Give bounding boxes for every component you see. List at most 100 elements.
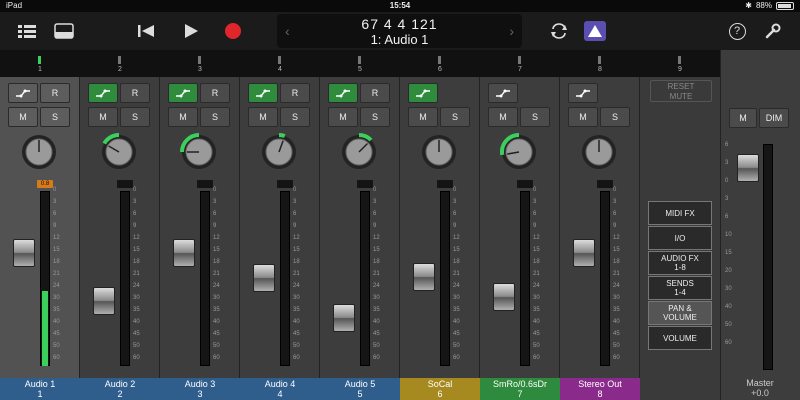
read-mode-button[interactable]: R	[40, 83, 70, 103]
channel-number: 4	[277, 389, 283, 399]
solo-button[interactable]: S	[440, 107, 470, 127]
solo-button[interactable]: S	[360, 107, 390, 127]
solo-button[interactable]: S	[40, 107, 70, 127]
volume-fader-handle[interactable]	[333, 303, 355, 332]
pan-knob[interactable]	[419, 132, 459, 172]
mute-button[interactable]: M	[168, 107, 198, 127]
peak-indicator[interactable]	[117, 180, 133, 188]
track-marker[interactable]	[598, 56, 601, 64]
automation-button[interactable]	[168, 83, 198, 103]
peak-indicator[interactable]	[517, 180, 533, 188]
tuner-button[interactable]	[584, 20, 606, 42]
automation-button[interactable]	[488, 83, 518, 103]
channel-name-bar[interactable]: Audio 55	[320, 378, 400, 400]
mute-button[interactable]: M	[88, 107, 118, 127]
solo-button[interactable]: S	[520, 107, 550, 127]
automation-button[interactable]	[8, 83, 38, 103]
cycle-icon[interactable]	[548, 20, 570, 42]
track-marker[interactable]	[678, 56, 681, 64]
db-scale-label: 18	[133, 259, 140, 265]
pan-knob[interactable]	[499, 132, 539, 172]
pan-knob[interactable]	[99, 132, 139, 172]
volume-fader-handle[interactable]	[253, 264, 275, 293]
peak-indicator[interactable]	[437, 180, 453, 188]
read-mode-button[interactable]: R	[120, 83, 150, 103]
pan-knob[interactable]	[339, 132, 379, 172]
mute-button[interactable]: M	[248, 107, 278, 127]
reset-mute-button[interactable]: RESET MUTE	[650, 80, 712, 102]
automation-button[interactable]	[568, 83, 598, 103]
chevron-left-icon[interactable]: ‹	[285, 23, 290, 39]
read-mode-button[interactable]: R	[280, 83, 310, 103]
view-button[interactable]: SENDS 1-4	[648, 276, 712, 300]
view-button[interactable]: PAN & VOLUME	[648, 301, 712, 325]
track-marker[interactable]	[118, 56, 121, 64]
automation-button[interactable]	[328, 83, 358, 103]
automation-button[interactable]	[88, 83, 118, 103]
read-mode-button[interactable]: R	[360, 83, 390, 103]
db-scale-label: 40	[53, 319, 60, 325]
track-marker[interactable]	[38, 56, 41, 64]
chevron-right-icon[interactable]: ›	[509, 23, 514, 39]
peak-indicator[interactable]: 0.8	[37, 180, 53, 188]
peak-indicator[interactable]	[197, 180, 213, 188]
db-scale-label: 60	[613, 355, 620, 361]
automation-button[interactable]	[248, 83, 278, 103]
mute-button[interactable]: M	[408, 107, 438, 127]
pan-knob[interactable]	[19, 132, 59, 172]
db-scale-label: 30	[133, 295, 140, 301]
rewind-icon[interactable]	[135, 20, 157, 42]
view-switcher-icon[interactable]	[16, 20, 38, 42]
battery-status: ✱ 88%	[745, 1, 794, 10]
volume-fader-handle[interactable]	[573, 238, 595, 267]
track-marker[interactable]	[278, 56, 281, 64]
db-scale-label: 18	[293, 259, 300, 265]
peak-indicator[interactable]	[277, 180, 293, 188]
master-mute-button[interactable]: M	[729, 108, 757, 128]
solo-button[interactable]: S	[200, 107, 230, 127]
automation-button[interactable]	[408, 83, 438, 103]
lcd-display[interactable]: ‹ 67 4 4 121 1: Audio 1 ›	[277, 14, 522, 48]
solo-button[interactable]: S	[120, 107, 150, 127]
solo-button[interactable]: S	[280, 107, 310, 127]
pan-knob[interactable]	[579, 132, 619, 172]
channel-name-bar[interactable]: Audio 11	[0, 378, 80, 400]
channel-name-bar[interactable]: SmRo/0.6sDr 7	[480, 378, 560, 400]
view-button[interactable]: I/O	[648, 226, 712, 250]
mute-button[interactable]: M	[328, 107, 358, 127]
dim-button[interactable]: DIM	[759, 108, 789, 128]
channel-name-bar[interactable]: Audio 22	[80, 378, 160, 400]
solo-button[interactable]: S	[600, 107, 630, 127]
volume-fader-handle[interactable]	[93, 286, 115, 315]
db-scale-label: 35	[533, 307, 540, 313]
volume-fader-handle[interactable]	[493, 283, 515, 312]
help-button[interactable]: ?	[726, 20, 748, 42]
mute-button[interactable]: M	[8, 107, 38, 127]
read-mode-button[interactable]: R	[200, 83, 230, 103]
volume-fader-handle[interactable]	[173, 238, 195, 267]
pan-knob[interactable]	[259, 132, 299, 172]
peak-indicator[interactable]	[597, 180, 613, 188]
channel-name-bar[interactable]: Stereo Out 8	[560, 378, 640, 400]
mute-button[interactable]: M	[488, 107, 518, 127]
wrench-icon[interactable]	[762, 20, 784, 42]
track-marker[interactable]	[438, 56, 441, 64]
view-button[interactable]: MIDI FX	[648, 201, 712, 225]
view-button[interactable]: VOLUME	[648, 326, 712, 350]
track-marker[interactable]	[358, 56, 361, 64]
pan-knob[interactable]	[179, 132, 219, 172]
channel-name-bar[interactable]: Audio 33	[160, 378, 240, 400]
automation-icon	[496, 89, 510, 98]
browser-icon[interactable]	[53, 20, 75, 42]
record-button[interactable]	[222, 20, 244, 42]
channel-name-bar[interactable]: SoCal 6	[400, 378, 480, 400]
mute-button[interactable]: M	[568, 107, 598, 127]
peak-indicator[interactable]	[357, 180, 373, 188]
volume-fader-handle[interactable]	[413, 262, 435, 291]
track-marker[interactable]	[518, 56, 521, 64]
play-icon[interactable]	[180, 20, 202, 42]
volume-fader-handle[interactable]	[13, 238, 35, 267]
view-button[interactable]: AUDIO FX 1-8	[648, 251, 712, 275]
track-marker[interactable]	[198, 56, 201, 64]
channel-name-bar[interactable]: Audio 44	[240, 378, 320, 400]
